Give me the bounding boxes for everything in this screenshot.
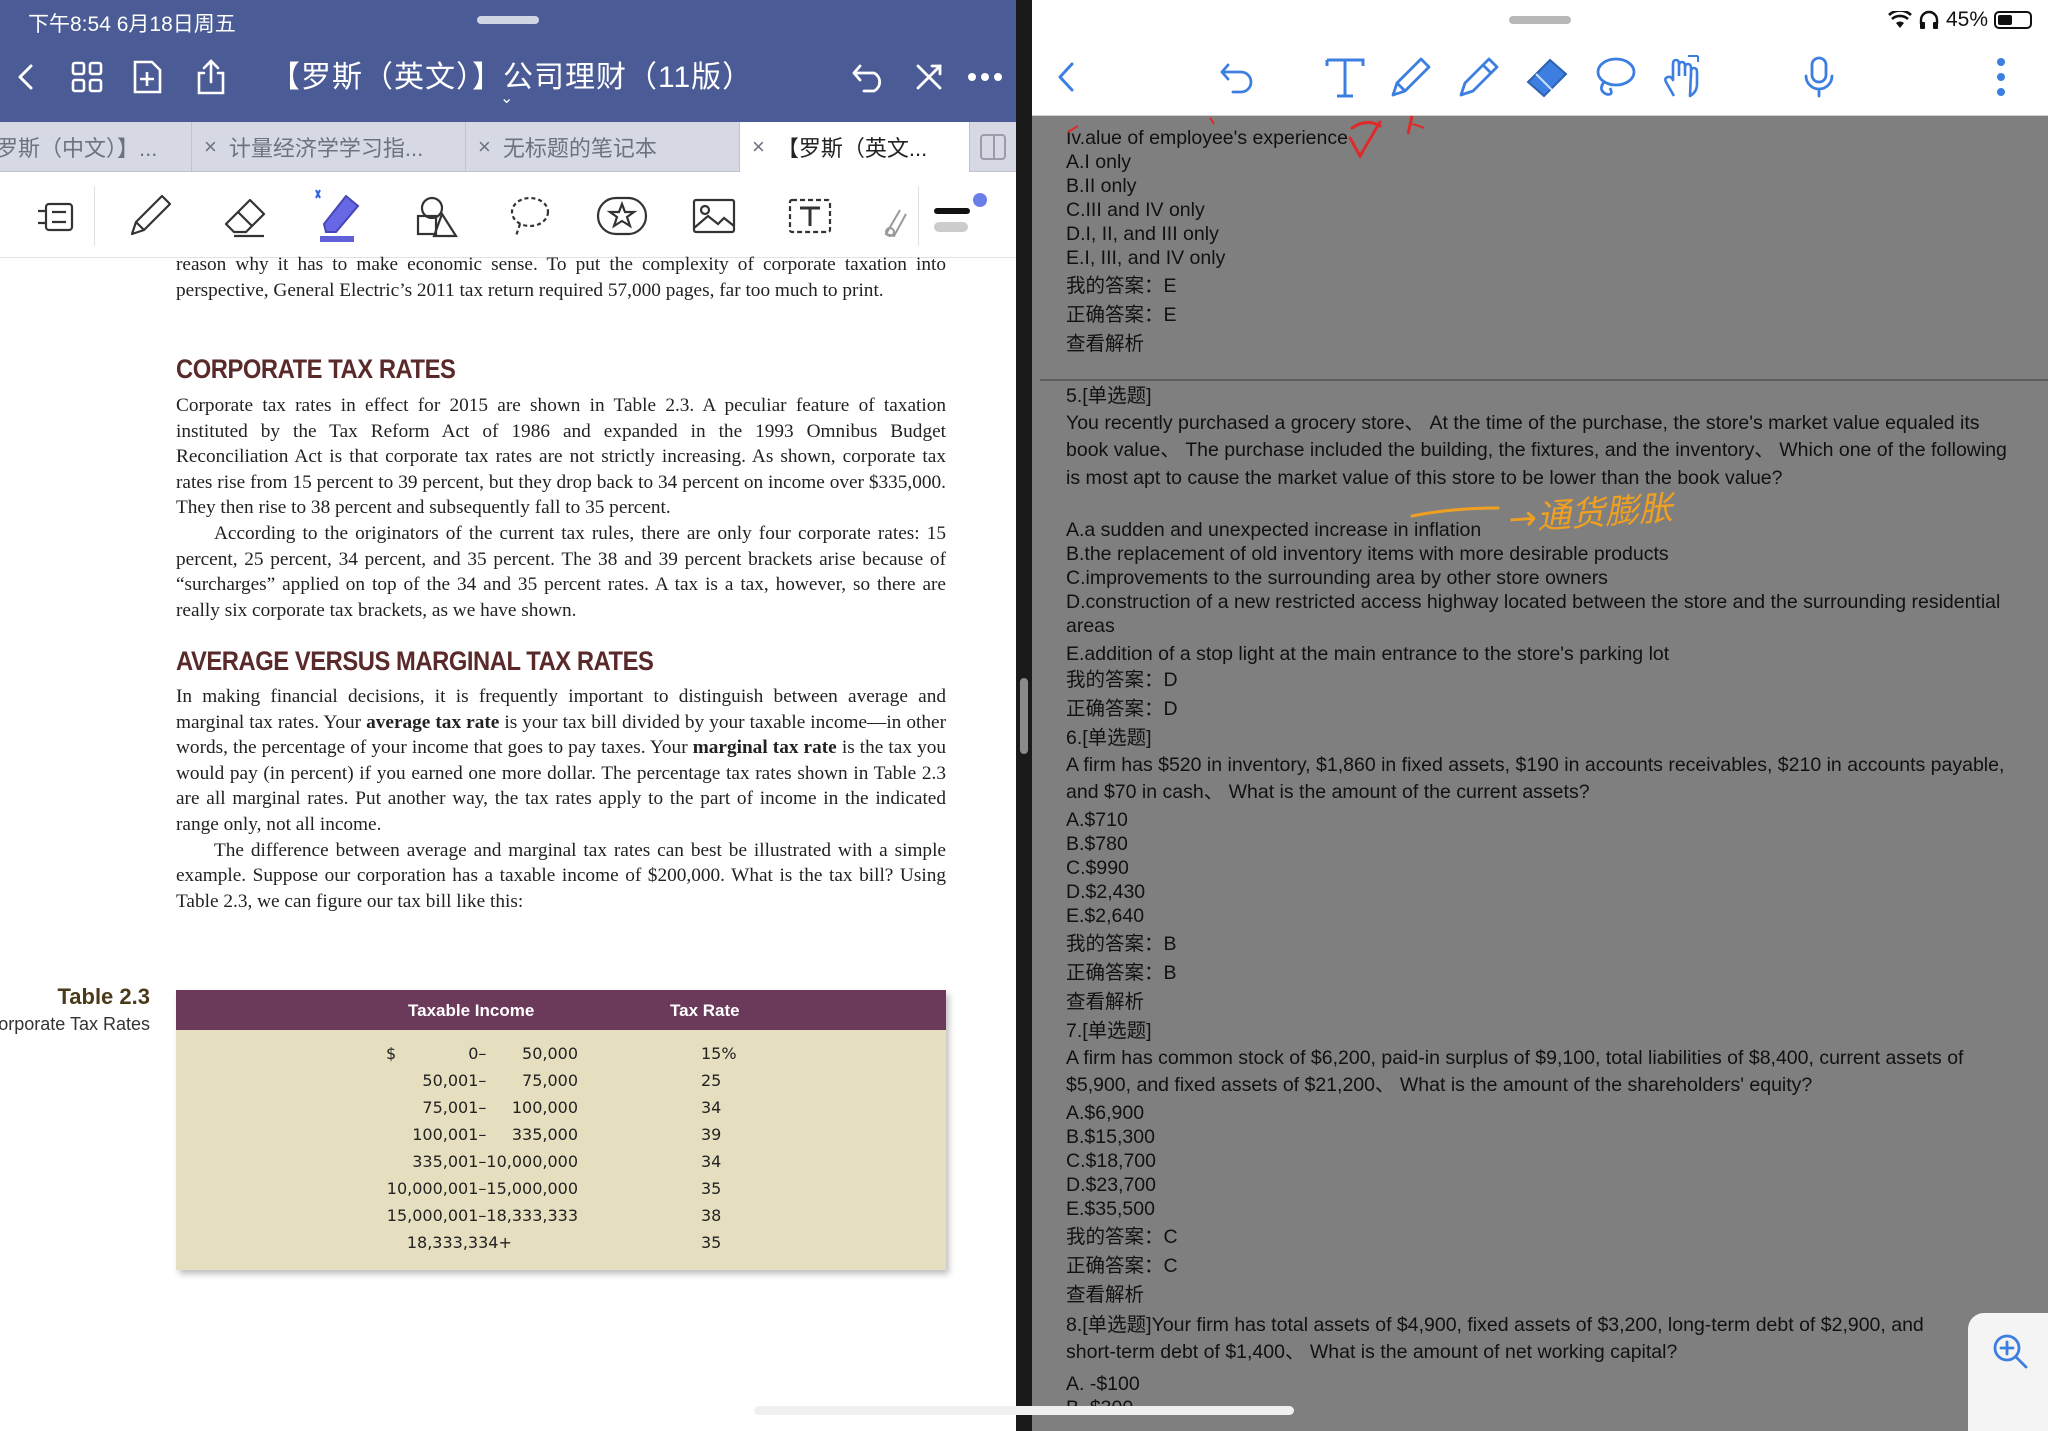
text-box-icon[interactable] xyxy=(780,186,840,246)
pen-icon[interactable] xyxy=(120,186,180,246)
paragraph-intro: reason why it has to make economic sense… xyxy=(176,254,946,301)
table-row: 335,001–10,000,000 34 xyxy=(412,1152,722,1171)
table-row: $0– 50,000 15% xyxy=(386,1044,737,1063)
tab-label: 罗斯（中文）】... xyxy=(0,136,158,161)
zoom-in-icon[interactable] xyxy=(1990,1331,2030,1371)
tab-item[interactable]: × 无标题的笔记本 xyxy=(466,122,740,172)
tab-label: 计量经济学学习指... xyxy=(228,136,424,161)
column-header-income: Taxable Income xyxy=(408,1001,535,1020)
status-time-date: 下午8:54 6月18日周五 xyxy=(28,13,236,36)
table-row: 18,333,334+ 35 xyxy=(406,1233,722,1252)
right-app-window: 45% Iv.alue of employee's experience A.I… xyxy=(1032,0,2048,1431)
toolbar-divider xyxy=(918,186,919,246)
split-view-handle[interactable] xyxy=(1020,678,1028,754)
exit-fullscreen-icon[interactable] xyxy=(906,54,952,100)
table-row: 50,001– 75,000 25 xyxy=(422,1071,722,1090)
tab-close-icon[interactable]: × xyxy=(204,134,217,160)
tab-item[interactable]: 罗斯（中文）】... xyxy=(0,122,192,172)
notebook-tab-bar: 罗斯（中文）】... × 计量经济学学习指... × 无标题的笔记本 × 【罗斯（英文… xyxy=(0,122,1016,172)
add-page-icon[interactable] xyxy=(124,54,170,100)
tax-rate-table: Taxable Income Tax Rate $0– 50,000 15% 50… xyxy=(176,990,946,1270)
table-header: Taxable Income Tax Rate xyxy=(176,990,946,1030)
zoom-button[interactable] xyxy=(1968,1313,2048,1431)
paragraph-tax-rates: Corporate tax rates in effect for 2015 a… xyxy=(176,395,946,621)
shapes-icon[interactable] xyxy=(406,186,466,246)
left-app-window: 下午8:54 6月18日周五 【罗斯（英文）】公司理财（11版） ⌄ 罗斯（中文… xyxy=(0,0,1016,1431)
tab-label: 无标题的笔记本 xyxy=(502,136,657,161)
tab-label: 【罗斯（英文... xyxy=(776,136,928,161)
table-row: 15,000,001–18,333,333 38 xyxy=(386,1206,722,1225)
image-icon[interactable] xyxy=(684,186,744,246)
grid-view-icon[interactable] xyxy=(64,54,110,100)
table-row: 75,001– 100,000 34 xyxy=(422,1098,722,1117)
ink-annotations xyxy=(1067,115,1500,518)
table-caption-title: orporate Tax Rates xyxy=(0,1014,150,1034)
back-chevron-icon[interactable] xyxy=(4,54,50,100)
split-view-icon[interactable] xyxy=(980,134,1006,160)
stroke-width-icon[interactable] xyxy=(928,186,988,246)
title-dropdown-icon[interactable]: ⌄ xyxy=(500,88,513,108)
multitask-grabber[interactable] xyxy=(477,16,539,24)
drawing-toolbar xyxy=(0,172,1016,258)
highlighter-icon[interactable] xyxy=(306,186,366,246)
table-row: 100,001– 335,000 39 xyxy=(412,1125,722,1144)
laser-pointer-icon[interactable] xyxy=(866,186,926,246)
tab-close-icon[interactable]: × xyxy=(478,134,491,160)
pdf-page: reason why it has to make economic sense… xyxy=(0,254,1016,1431)
eraser-icon[interactable] xyxy=(216,186,276,246)
undo-icon[interactable] xyxy=(846,54,892,100)
tab-item-active[interactable]: × 【罗斯（英文... xyxy=(740,122,970,172)
paragraph-average-marginal: In making financial decisions, it is fre… xyxy=(176,686,946,912)
toolbar-divider xyxy=(94,186,95,246)
share-icon[interactable] xyxy=(188,54,234,100)
left-app-header: 下午8:54 6月18日周五 【罗斯（英文）】公司理财（11版） ⌄ xyxy=(0,0,1016,122)
lasso-icon[interactable] xyxy=(500,186,560,246)
tab-item[interactable]: × 计量经济学学习指... xyxy=(192,122,466,172)
more-options-icon[interactable] xyxy=(962,54,1008,100)
sticker-icon[interactable] xyxy=(592,186,652,246)
tab-close-icon[interactable]: × xyxy=(752,134,765,160)
column-header-rate: Tax Rate xyxy=(670,1001,740,1020)
heading-corporate-tax-rates: CORPORATE TAX RATES xyxy=(176,354,456,384)
home-indicator[interactable] xyxy=(754,1406,1294,1415)
page-manager-icon[interactable] xyxy=(26,186,86,246)
table-row: 10,000,001–15,000,000 35 xyxy=(386,1179,722,1198)
heading-average-marginal: AVERAGE VERSUS MARGINAL TAX RATES xyxy=(176,646,654,676)
table-caption-number: Table 2.3 xyxy=(57,984,150,1009)
